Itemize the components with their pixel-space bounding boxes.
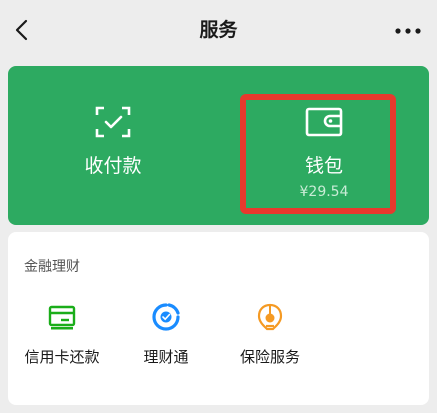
back-button[interactable] bbox=[8, 14, 36, 46]
more-dots-icon bbox=[395, 28, 421, 34]
pay-receive-label: 收付款 bbox=[84, 155, 142, 177]
credit-card-repay-label: 信用卡还款 bbox=[24, 348, 100, 366]
insurance-button[interactable]: 保险服务 bbox=[220, 302, 320, 372]
services-page: 服务 收付款 钱包 ¥29.54 金融理财 信用卡还款 理财通 保险服务 bbox=[0, 0, 437, 413]
finance-section: 金融理财 信用卡还款 理财通 保险服务 bbox=[8, 232, 429, 405]
page-title: 服务 bbox=[199, 19, 238, 41]
wallet-label: 钱包 bbox=[304, 155, 343, 177]
licaitong-icon bbox=[152, 303, 180, 331]
finance-section-title: 金融理财 bbox=[24, 259, 80, 275]
wallet-card: 收付款 钱包 ¥29.54 bbox=[8, 66, 429, 225]
wallet-icon bbox=[305, 107, 343, 137]
pay-receive-button[interactable]: 收付款 bbox=[8, 66, 218, 225]
chevron-left-icon bbox=[15, 19, 28, 41]
insurance-label: 保险服务 bbox=[239, 348, 300, 366]
nav-bar: 服务 bbox=[0, 0, 437, 60]
insurance-icon bbox=[257, 303, 283, 331]
more-button[interactable] bbox=[393, 20, 423, 42]
credit-card-icon bbox=[48, 305, 76, 330]
credit-card-repay-button[interactable]: 信用卡还款 bbox=[12, 302, 112, 372]
scan-pay-icon bbox=[95, 106, 131, 138]
wallet-balance: ¥29.54 bbox=[299, 184, 349, 200]
licaitong-button[interactable]: 理财通 bbox=[116, 302, 216, 372]
wallet-button[interactable]: 钱包 ¥29.54 bbox=[219, 66, 429, 225]
licaitong-label: 理财通 bbox=[143, 348, 189, 366]
